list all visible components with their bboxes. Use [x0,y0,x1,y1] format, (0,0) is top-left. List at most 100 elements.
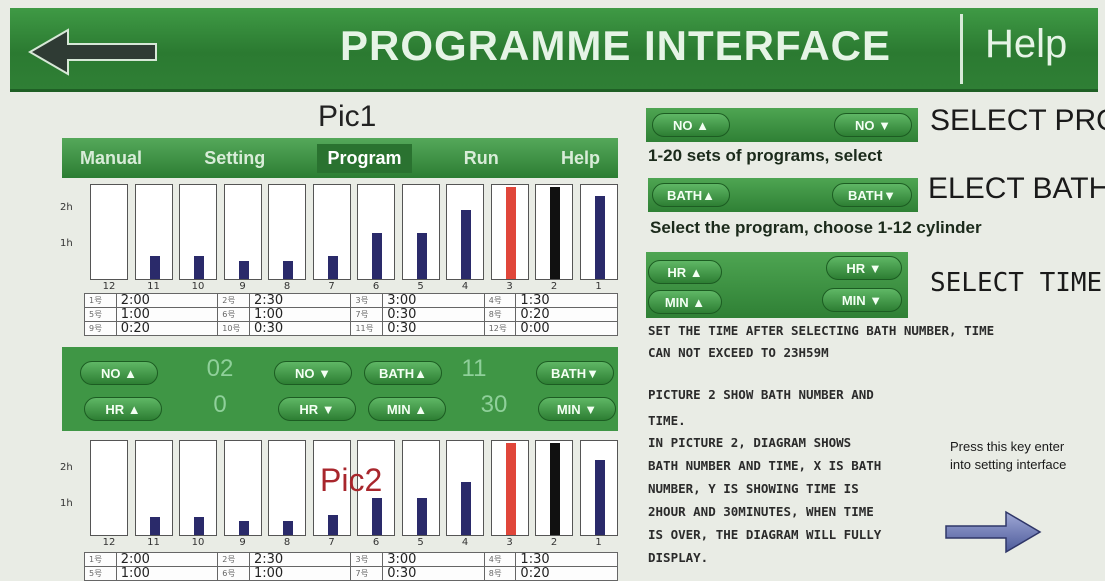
bath-label-cell: 10号 [217,321,250,336]
bath-label-cell: 8号 [483,566,517,581]
next-arrow-icon[interactable] [944,508,1042,556]
bath-level-bar-1 [594,196,605,279]
bath-number-label-5: 5 [417,537,424,548]
no-down-button[interactable]: NO ▼ [274,361,352,385]
bath-number-label-12: 12 [102,281,116,292]
bath-column-7 [312,184,351,280]
tab-program[interactable]: Program [317,143,412,173]
bath-column-8 [268,184,306,280]
bath-column-4 [446,184,484,280]
bath-label-cell: 1号 [84,293,117,308]
time-min-down-button[interactable]: MIN ▼ [822,288,902,312]
bath-down-button[interactable]: BATH▼ [536,361,614,385]
back-arrow-icon[interactable] [28,26,158,78]
bath-time-cell: 1:00 [115,307,219,322]
table-row: 1号 2:00 2号 2:30 3号 3:00 4号 1:30 [84,552,618,567]
no-up-button[interactable]: NO ▲ [80,361,158,385]
bath-column-11 [134,184,173,280]
pic2-note-line-4: BATH NUMBER AND TIME, X IS BATH [648,458,882,473]
bath-time-cell: 3:00 [382,552,485,567]
bath-column-1 [579,184,618,280]
tab-setting[interactable]: Setting [194,144,275,173]
bath-number-label-1: 1 [595,281,602,292]
prog-no-up-button[interactable]: NO ▲ [652,113,730,137]
bath-number-label-1: 1 [595,537,602,548]
no-value: 02 [206,355,234,382]
bath-column-9 [223,184,262,280]
pic2-note-line-2: TIME. [648,413,686,428]
bath-column-3 [490,184,529,280]
pic2-note-line-1: PICTURE 2 SHOW BATH NUMBER AND [648,387,874,402]
bath-column-12 [90,440,128,536]
bath-level-bar-10 [194,517,204,535]
bath-level-bar-3 [505,443,516,535]
hr-up-button[interactable]: HR ▲ [84,397,162,421]
bath-column-9 [223,440,262,536]
bath-number-label-4: 4 [461,281,469,292]
time-hr-up-button[interactable]: HR ▲ [648,260,722,284]
bath-level-bar-7 [327,256,338,279]
bath-number-label-2: 2 [550,537,558,548]
tab-manual[interactable]: Manual [70,144,152,173]
bath-number-label-6: 6 [372,281,380,292]
bath-label-cell: 1号 [84,552,117,567]
bath-level-bar-10 [194,256,204,279]
bath-time-cell: 0:30 [382,321,485,336]
bath-time-cell: 0:20 [515,566,618,581]
bath-label-cell: 2号 [217,293,250,308]
help-button[interactable]: Help [985,22,1067,67]
bath-number-label-10: 10 [191,537,205,548]
bath-number-label-11: 11 [147,281,160,292]
y-tick-2h: 2h [60,462,73,473]
min-up-button[interactable]: MIN ▲ [368,397,446,421]
bath-time-cell: 0:30 [382,307,485,322]
bath-time-cell: 2:30 [248,552,352,567]
table-row: 9号 0:20 10号 0:30 11号 0:30 12号 0:00 [84,321,618,336]
bath-label-cell: 5号 [84,307,117,322]
pic2-note-line-7: IS OVER, THE DIAGRAM WILL FULLY [648,527,882,542]
bath-column-2 [535,184,573,280]
bath-number-label-9: 9 [239,537,246,548]
bath-column-5 [401,184,440,280]
hr-down-button[interactable]: HR ▼ [278,397,356,421]
bath-up-button[interactable]: BATH▲ [364,361,442,385]
bath-level-bar-1 [594,460,605,535]
select-time-label: SELECT TIME [930,268,1103,298]
tab-help[interactable]: Help [551,144,610,173]
bath-level-bar-7 [327,515,338,535]
bath-column-4 [446,440,484,536]
bath-column-2 [535,440,573,536]
bath-level-bar-3 [505,187,516,279]
min-value: 30 [480,391,508,418]
bath-column-8 [268,440,306,536]
bath-time-cell: 1:00 [248,566,352,581]
header-bar: PROGRAMME INTERFACE Help [10,8,1098,92]
min-down-button[interactable]: MIN ▼ [538,397,616,421]
bath-number-label-11: 11 [147,537,160,548]
prog-no-down-button[interactable]: NO ▼ [834,113,912,137]
bath-column-1 [579,440,618,536]
bath-down-button-right[interactable]: BATH▼ [832,183,912,207]
bath-column-3 [490,440,529,536]
pic1-title: Pic1 [318,100,377,133]
bath-time-cell: 0:30 [382,566,485,581]
bath-label-cell: 8号 [483,307,517,322]
bath-time-cell: 0:20 [115,321,219,336]
pic2-note-line-3: IN PICTURE 2, DIAGRAM SHOWS [648,435,852,450]
bath-number-label-4: 4 [461,537,469,548]
bath-number-label-10: 10 [191,281,205,292]
bath-label-cell: 6号 [217,566,250,581]
bath-time-cell: 3:00 [382,293,485,308]
bath-column-6 [357,184,395,280]
bath-up-button-right[interactable]: BATH▲ [652,183,730,207]
tab-run[interactable]: Run [454,144,509,173]
bath-time-cell: 1:00 [115,566,219,581]
bath-number-label-3: 3 [506,281,513,292]
time-hr-down-button[interactable]: HR ▼ [826,256,902,280]
bath-time-cell: 1:30 [515,293,618,308]
bath-label-cell: 5号 [84,566,117,581]
bath-number-label-12: 12 [102,537,116,548]
bath-level-bar-2 [550,443,560,535]
time-min-up-button[interactable]: MIN ▲ [648,290,722,314]
pic2-note-line-8: DISPLAY. [648,550,709,565]
